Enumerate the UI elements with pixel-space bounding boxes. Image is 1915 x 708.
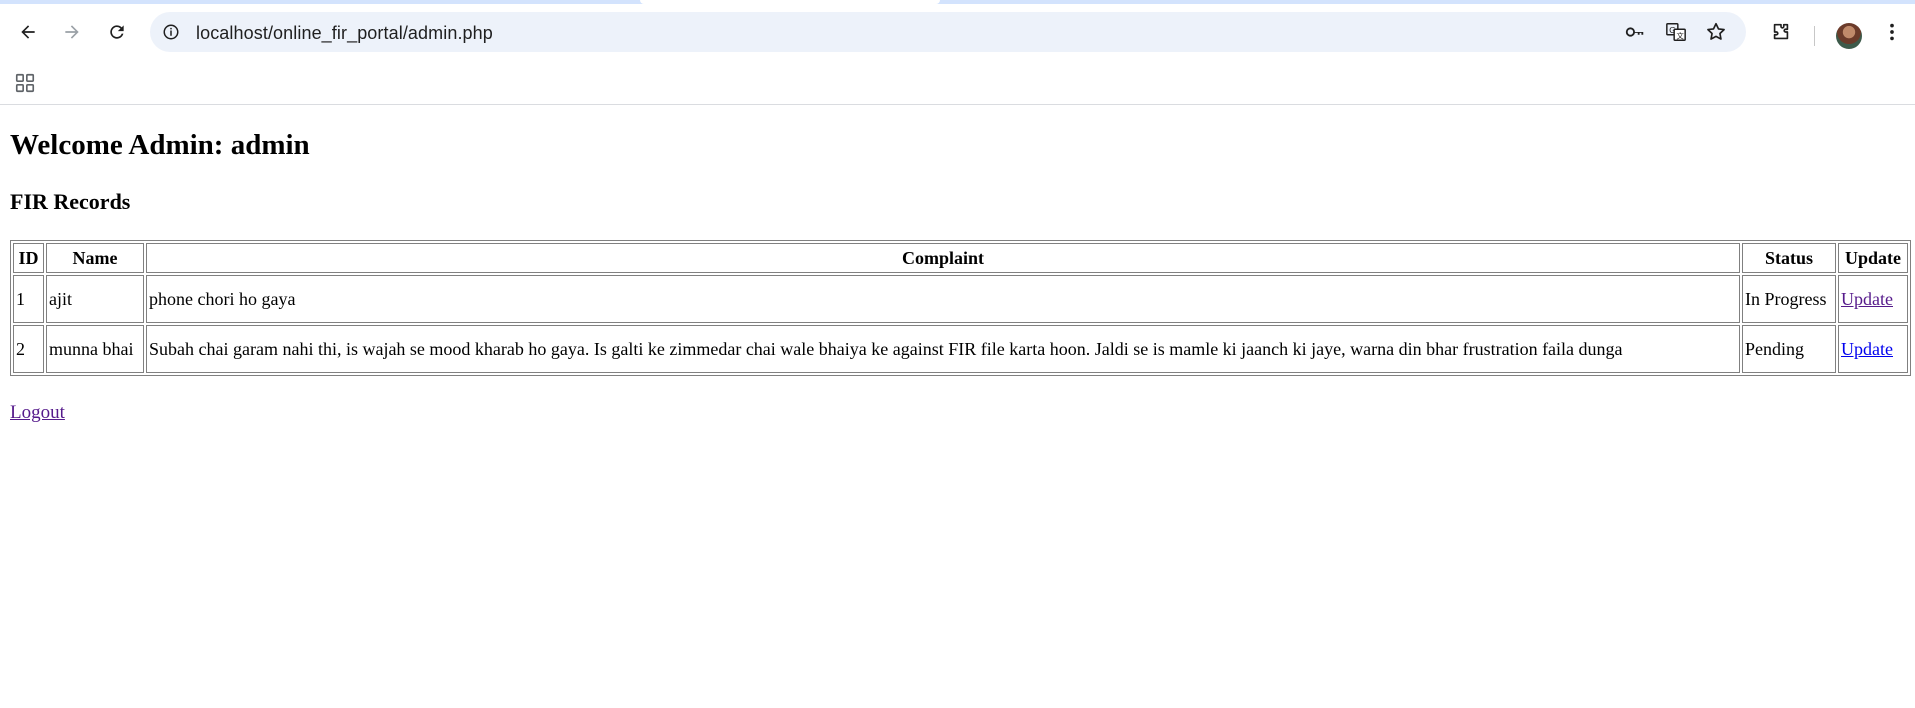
table-row: 2 munna bhai Subah chai garam nahi thi, … xyxy=(13,325,1908,373)
bookmarks-bar xyxy=(0,63,1915,105)
welcome-heading: Welcome Admin: admin xyxy=(10,129,310,161)
header-name: Name xyxy=(46,243,144,273)
site-info-icon[interactable] xyxy=(161,22,181,42)
cell-name: ajit xyxy=(46,275,144,323)
address-bar[interactable]: localhost/online_fir_portal/admin.php G文 xyxy=(150,12,1746,52)
cell-update: Update xyxy=(1838,325,1908,373)
cell-complaint: Subah chai garam nahi thi, is wajah se m… xyxy=(146,325,1740,373)
avatar[interactable] xyxy=(1836,23,1862,49)
logout-link[interactable]: Logout xyxy=(10,402,65,424)
page-content: Welcome Admin: admin FIR Records ID Name… xyxy=(0,105,1915,708)
forward-arrow-icon xyxy=(65,25,79,39)
browser-toolbar: localhost/online_fir_portal/admin.php G文 xyxy=(0,4,1915,63)
update-link[interactable]: Update xyxy=(1841,339,1893,359)
back-button[interactable] xyxy=(13,17,43,47)
url-text[interactable]: localhost/online_fir_portal/admin.php xyxy=(196,23,493,44)
forward-button[interactable] xyxy=(57,17,87,47)
reload-icon xyxy=(110,25,124,39)
header-update: Update xyxy=(1838,243,1908,273)
puzzle-icon[interactable] xyxy=(1766,17,1796,47)
cell-id: 2 xyxy=(13,325,44,373)
key-icon[interactable] xyxy=(1624,21,1646,43)
toolbar-divider xyxy=(1814,26,1815,46)
fir-records-table: ID Name Complaint Status Update 1 ajit p… xyxy=(10,240,1911,376)
kebab-menu-icon[interactable] xyxy=(1877,17,1907,47)
svg-text:文: 文 xyxy=(1676,31,1684,40)
header-complaint: Complaint xyxy=(146,243,1740,273)
cell-complaint: phone chori ho gaya xyxy=(146,275,1740,323)
star-icon[interactable] xyxy=(1705,21,1727,43)
cell-status: Pending xyxy=(1742,325,1836,373)
table-header-row: ID Name Complaint Status Update xyxy=(13,243,1908,273)
cell-status: In Progress xyxy=(1742,275,1836,323)
apps-grid-icon[interactable] xyxy=(12,70,38,96)
cell-update: Update xyxy=(1838,275,1908,323)
header-status: Status xyxy=(1742,243,1836,273)
cell-name: munna bhai xyxy=(46,325,144,373)
translate-icon[interactable]: G文 xyxy=(1665,21,1687,43)
back-arrow-icon xyxy=(21,25,35,39)
header-id: ID xyxy=(13,243,44,273)
reload-button[interactable] xyxy=(102,17,132,47)
update-link[interactable]: Update xyxy=(1841,289,1893,309)
cell-id: 1 xyxy=(13,275,44,323)
table-row: 1 ajit phone chori ho gaya In Progress U… xyxy=(13,275,1908,323)
records-heading: FIR Records xyxy=(10,189,131,214)
